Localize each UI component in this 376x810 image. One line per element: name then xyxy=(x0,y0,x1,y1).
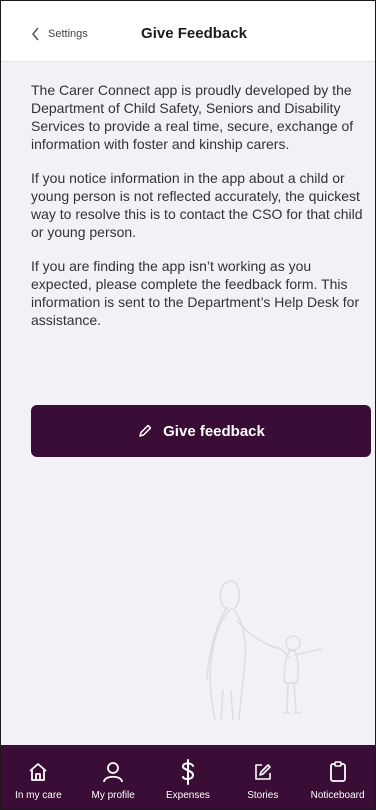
info-paragraph: If you notice information in the app abo… xyxy=(31,170,363,240)
tab-label: Expenses xyxy=(166,790,210,801)
feedback-info: The Carer Connect app is proudly develop… xyxy=(31,81,367,345)
give-feedback-button[interactable]: Give feedback xyxy=(31,405,371,457)
edit-icon xyxy=(254,764,271,780)
app-screen: Settings Give Feedback The Carer Connect… xyxy=(0,0,376,810)
tab-label: Stories xyxy=(247,790,279,801)
clipboard-icon xyxy=(329,761,346,782)
info-paragraph: If you are finding the app isn’t working… xyxy=(31,258,360,328)
header-bar: Settings Give Feedback xyxy=(1,1,375,62)
give-feedback-label: Give feedback xyxy=(163,422,265,440)
home-icon xyxy=(29,763,47,781)
tab-label: Noticeboard xyxy=(310,790,365,801)
tab-my-profile[interactable]: My profile xyxy=(76,745,150,809)
dollar-icon xyxy=(181,759,194,785)
tab-label: In my care xyxy=(15,790,62,801)
pencil-icon xyxy=(139,424,152,437)
info-paragraph: The Carer Connect app is proudly develop… xyxy=(31,82,354,152)
carer-child-illustration xyxy=(206,580,322,720)
tab-noticeboard[interactable]: Noticeboard xyxy=(301,745,375,809)
person-icon xyxy=(103,762,124,783)
tab-label: My profile xyxy=(91,790,135,801)
tab-expenses[interactable]: Expenses xyxy=(151,745,225,809)
tab-stories[interactable]: Stories xyxy=(226,745,300,809)
bottom-tab-bar: In my care My profile Expenses Stories N… xyxy=(1,745,375,809)
tab-in-my-care[interactable]: In my care xyxy=(1,745,75,809)
page-title: Give Feedback xyxy=(141,25,247,42)
